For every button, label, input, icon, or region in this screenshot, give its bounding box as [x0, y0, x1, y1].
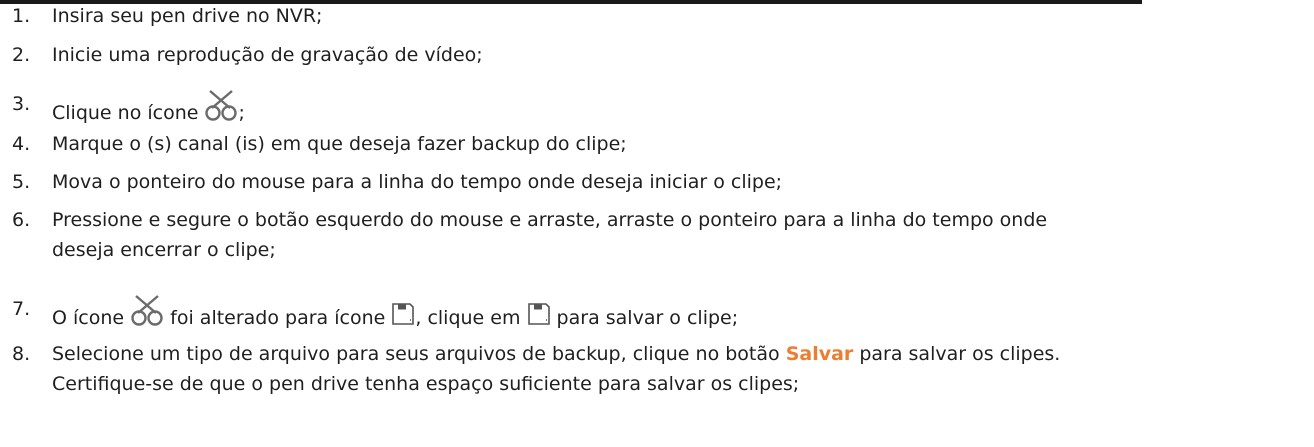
step-number: 4. [12, 133, 31, 155]
step-number: 6. [12, 209, 31, 231]
step-text: Inicie uma reprodução de gravação de víd… [52, 44, 483, 66]
step-text-after: ; [238, 102, 245, 124]
step-number: 5. [12, 171, 31, 193]
scissors-icon [130, 294, 164, 326]
step-text: Marque o (s) canal (is) em que deseja fa… [52, 133, 627, 155]
step-number: 8. [12, 343, 31, 365]
step-number: 1. [12, 5, 31, 27]
scissors-icon [204, 89, 238, 121]
step-text-line-1: Selecione um tipo de arquivo para seus a… [52, 339, 1314, 369]
step-text: Clique no ícone ; [52, 89, 1314, 128]
floppy-disk-icon [527, 302, 551, 326]
step-text: Mova o ponteiro do mouse para a linha do… [52, 171, 783, 193]
floppy-disk-icon [391, 302, 415, 326]
step-text: Pressione e segure o botão esquerdo do m… [52, 205, 1314, 265]
step-text-line-2: deseja encerrar o clipe; [52, 239, 276, 261]
step-text-part-1: O ícone [52, 307, 131, 329]
step-text-part-3: , clique em [415, 307, 527, 329]
step-text-before: Selecione um tipo de arquivo para seus a… [52, 343, 786, 365]
salvar-keyword: Salvar [785, 343, 854, 365]
step-text: Insira seu pen drive no NVR; [52, 5, 323, 27]
step-number: 2. [12, 44, 31, 66]
step-text-before: Clique no ícone [52, 102, 205, 124]
step-text-after: para salvar os clipes. [853, 343, 1061, 365]
step-number: 3. [12, 93, 31, 115]
step-text-line-1: Pressione e segure o botão esquerdo do m… [52, 209, 1048, 231]
step-text-part-2: foi alterado para ícone [164, 307, 392, 329]
step-text: Selecione um tipo de arquivo para seus a… [52, 339, 1314, 399]
step-text-line-2: Certifique-se de que o pen drive tenha e… [52, 373, 800, 395]
step-text-part-4: para salvar o clipe; [550, 307, 739, 329]
step-text: O ícone foi alterado para ícone , clique… [52, 294, 1314, 333]
step-number: 7. [12, 298, 31, 320]
